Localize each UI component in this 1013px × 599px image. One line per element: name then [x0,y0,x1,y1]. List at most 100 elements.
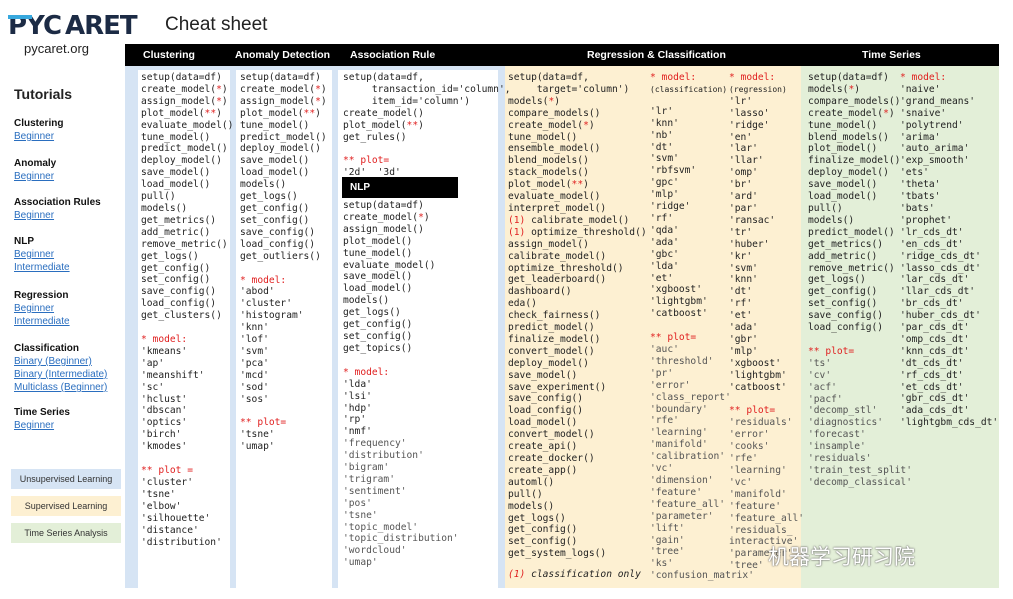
tutorial-link[interactable]: Beginner [14,419,70,432]
function-item: blend_models() [808,131,889,143]
nlp-header: NLP [342,177,458,198]
model-item: 'par_cds_dt' [900,322,970,334]
model-item: 'arima' [900,131,941,143]
model-item: 'catboost' [729,381,787,393]
tutorial-link[interactable]: Intermediate [14,261,70,274]
legend-supervised: Supervised Learning [11,496,121,516]
timeseries-plot-list: 'ts''cv''acf''pacf''decomp_stl''diagnost… [808,358,912,489]
function-item: plot_model(**) [508,179,589,191]
function-item: load_model() [508,417,578,429]
model-item: 'sod' [240,381,269,393]
function-item: (1) optimize_threshold() [508,226,647,238]
function-item: compare_models() [808,95,901,107]
function-item: pull() [141,191,176,203]
function-item: load_config() [240,238,316,250]
function-item: load_model() [240,167,310,179]
model-item: 'exp_smooth' [900,155,970,167]
function-item: target='column') [508,83,630,95]
plot-item: 'pacf' [808,393,843,405]
function-item: get_leaderboard() [508,274,607,286]
function-item: get_topics() [343,342,413,354]
plot-item: 'topic_model' [343,521,419,533]
classification-footnote: (1) classification only [508,569,641,581]
tutorial-section-title: Classification [14,343,80,354]
model-item: 'omp_cds_dt' [900,333,970,345]
tutorial-link[interactable]: Intermediate [14,315,70,328]
function-item: assign_model(*) [240,95,327,107]
function-item: optimize_threshold() [508,262,624,274]
model-item: 'kr' [729,250,753,262]
tutorial-section-title: Time Series [14,407,70,418]
site-url: pycaret.org [24,41,90,56]
model-item: 'meanshift' [141,369,205,381]
model-item: 'gbr' [729,333,758,345]
function-item: create_model(*) [343,211,430,223]
function-item: set_config() [508,536,578,548]
model-label: * model: [343,366,390,378]
tutorial-link[interactable]: Beginner [14,170,56,183]
function-item: load_model() [141,179,211,191]
model-item: 'lightgbm_cds_dt' [900,417,999,429]
model-item: 'knn' [729,274,758,286]
function-item: models(*) [808,83,860,95]
function-item: get_logs() [141,250,199,262]
pycaret-logo: PYC ARET [8,10,150,41]
model-label: * model: [240,274,287,286]
footnote-text: (1) classification only [508,569,641,580]
function-item: pull() [508,488,543,500]
regclass-header: Regression & Classification [587,49,726,61]
function-item: save_config() [240,226,316,238]
function-item: load_config() [508,405,584,417]
function-item: get_rules() [343,131,407,143]
model-item: 'hdp' [343,402,372,414]
tutorial-link[interactable]: Beginner [14,302,70,315]
function-item: get_config() [808,286,878,298]
model-item: 'lasso' [729,107,770,119]
plot-item: 'umap' [343,557,378,569]
function-item: pull() [808,202,843,214]
plot-item: 'sentiment' [343,485,407,497]
tutorial-link[interactable]: Binary (Beginner) [14,355,107,368]
regression-models-column: * model: (regression)'lr''lasso''ridge''e… [729,72,804,572]
plot-label: ** plot = [141,465,193,477]
plot-item: 'elbow' [141,500,182,512]
clustering-header: Clustering [143,49,195,61]
plot-item: 'frequency' [343,438,407,450]
model-item: 'dt' [729,286,753,298]
model-item: 'knn_cds_dt' [900,345,970,357]
regclass-functions-column: setup(data=df, target='column') models(*)… [508,72,647,560]
model-item: 'ridge' [729,119,770,131]
function-item: assign_model() [343,223,424,235]
plot-item: 'wordcloud' [343,545,407,557]
model-item: 'tbats' [900,191,941,203]
function-item: calibrate_model() [508,250,607,262]
plot-label: ** plot= [343,155,390,167]
function-item: convert_model() [508,345,595,357]
function-item: get_clusters() [141,310,222,322]
model-item: 'huber_cds_dt' [900,310,981,322]
plot-item: 'cluster' [141,477,193,488]
legend-unsupervised: Unsupervised Learning [11,469,121,489]
tutorial-link[interactable]: Binary (Intermediate) [14,368,107,381]
tutorial-link[interactable]: Beginner [14,209,101,222]
plot-item: 'train_test_split' [808,465,912,476]
plot-item: 'forecast' [808,429,866,441]
model-item: 'optics' [141,417,188,429]
function-item: save_experiment() [508,381,607,393]
function-item: set_config() [141,274,211,286]
tutorial-link[interactable]: Beginner [14,248,70,261]
function-item: item_id='column') [343,95,471,107]
function-item: save_model() [508,369,578,381]
tutorial-link[interactable]: Multiclass (Beginner) [14,381,107,394]
function-item: get_config() [343,319,413,331]
function-item: setup(data=df, [508,72,589,83]
model-item: 'xgboost' [729,357,781,369]
function-item: get_config() [141,262,211,274]
plot-item: 'learning' [729,465,787,476]
model-item: 'lar_cds_dt' [900,274,970,286]
model-item: 'ada' [729,322,758,334]
tutorial-link[interactable]: Beginner [14,130,63,143]
function-item: deploy_model() [240,143,321,155]
model-item: 'cluster' [240,298,292,310]
plot-label: ** plot= [729,405,776,417]
